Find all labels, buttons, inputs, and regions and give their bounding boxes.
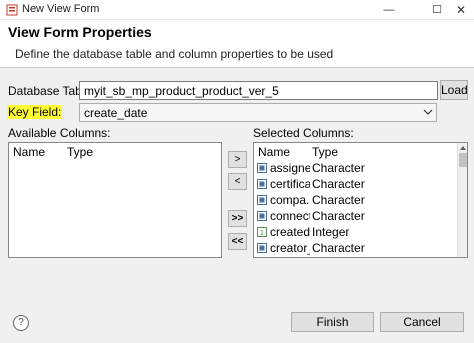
column-name: connect... bbox=[270, 209, 310, 223]
table-row[interactable]: certifica... Character bbox=[256, 176, 456, 192]
field-icon bbox=[257, 179, 267, 189]
column-name: certifica... bbox=[270, 177, 310, 191]
column-type: Character bbox=[312, 209, 365, 223]
field-icon bbox=[257, 243, 267, 253]
remove-column-button[interactable]: < bbox=[228, 173, 247, 190]
dialog-title: View Form Properties bbox=[8, 24, 152, 40]
key-field-value: create_date bbox=[84, 106, 148, 120]
selected-type-column-header[interactable]: Type bbox=[312, 145, 338, 159]
table-row[interactable]: assigne... Character bbox=[256, 160, 456, 176]
selected-columns-label: Selected Columns: bbox=[253, 126, 354, 140]
add-column-button[interactable]: > bbox=[228, 151, 247, 168]
field-icon bbox=[257, 195, 267, 205]
chevron-down-icon bbox=[423, 109, 433, 115]
column-name: compa... bbox=[270, 193, 310, 207]
table-row[interactable]: connect... Character bbox=[256, 208, 456, 224]
load-button[interactable]: Load bbox=[440, 80, 468, 100]
dialog-description: Define the database table and column pro… bbox=[15, 47, 334, 61]
app-icon bbox=[6, 4, 18, 16]
minimize-button[interactable]: — bbox=[372, 0, 406, 20]
scroll-up-arrow-icon[interactable] bbox=[459, 144, 467, 152]
field-icon bbox=[257, 211, 267, 221]
column-type: Character bbox=[312, 241, 365, 255]
column-name: created... bbox=[270, 225, 310, 239]
window-titlebar: New View Form — ☐ ✕ bbox=[0, 0, 474, 20]
field-icon bbox=[257, 163, 267, 173]
available-columns-label: Available Columns: bbox=[8, 126, 111, 140]
key-field-select[interactable]: create_date bbox=[79, 103, 437, 122]
scrollbar-thumb[interactable] bbox=[459, 153, 467, 167]
finish-button[interactable]: Finish bbox=[291, 312, 374, 332]
dialog-header: View Form Properties Define the database… bbox=[0, 20, 474, 68]
table-row[interactable]: 1 created... Integer bbox=[256, 224, 456, 240]
available-type-column-header[interactable]: Type bbox=[67, 145, 93, 159]
column-name: assigne... bbox=[270, 161, 310, 175]
selected-columns-list[interactable]: Name Type assigne... Character certifica… bbox=[253, 142, 468, 258]
cancel-button[interactable]: Cancel bbox=[380, 312, 464, 332]
available-columns-list[interactable]: Name Type bbox=[8, 142, 222, 258]
column-type: Character bbox=[312, 193, 365, 207]
table-row[interactable]: creator_... Character bbox=[256, 240, 456, 256]
column-name: creator_... bbox=[270, 241, 310, 255]
table-row[interactable]: compa... Character bbox=[256, 192, 456, 208]
column-type: Integer bbox=[312, 225, 350, 239]
add-all-columns-button[interactable]: >> bbox=[228, 210, 247, 227]
close-button[interactable]: ✕ bbox=[444, 0, 474, 20]
column-type: Character bbox=[312, 177, 365, 191]
column-type: Character bbox=[312, 161, 365, 175]
numeric-field-icon: 1 bbox=[257, 227, 267, 237]
vertical-scrollbar[interactable] bbox=[457, 143, 467, 257]
database-table-field[interactable]: myit_sb_mp_product_product_ver_5 bbox=[79, 81, 438, 100]
available-name-column-header[interactable]: Name bbox=[13, 145, 45, 159]
help-icon[interactable]: ? bbox=[13, 315, 29, 331]
key-field-label: Key Field: bbox=[7, 105, 63, 119]
remove-all-columns-button[interactable]: << bbox=[228, 233, 247, 250]
selected-name-column-header[interactable]: Name bbox=[258, 145, 290, 159]
svg-text:1: 1 bbox=[260, 229, 264, 237]
window-title: New View Form bbox=[22, 3, 100, 15]
